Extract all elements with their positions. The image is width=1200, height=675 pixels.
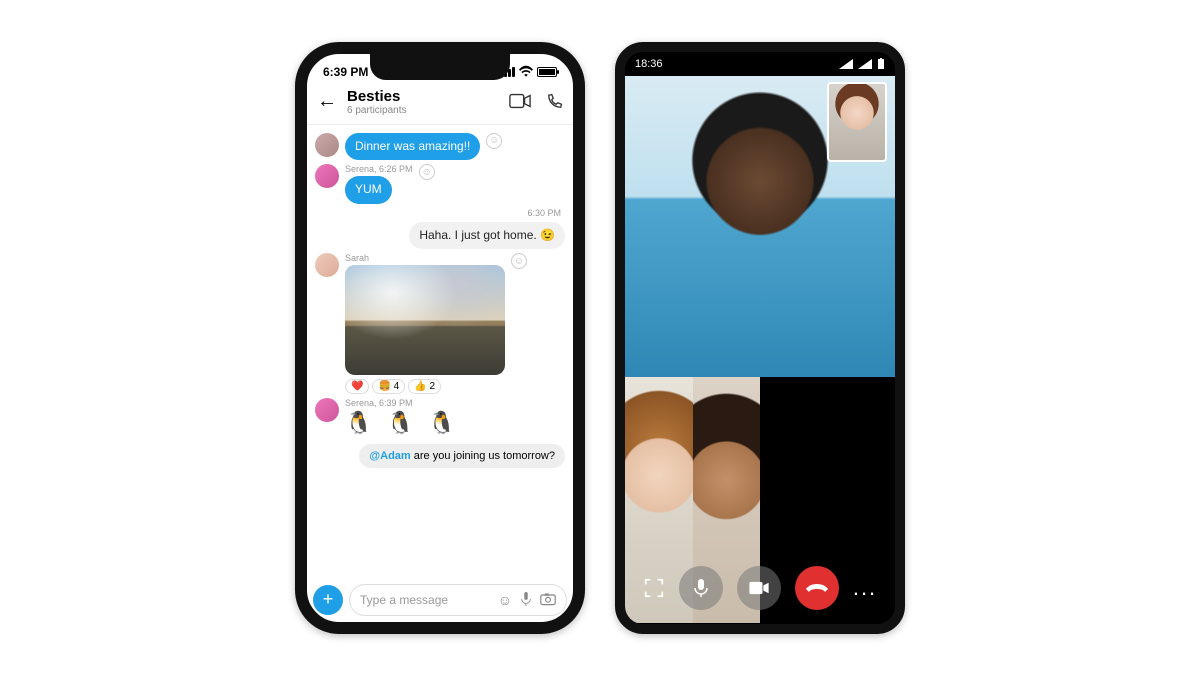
avatar[interactable] bbox=[315, 253, 339, 277]
message-row: Serena, 6:26 PM YUM ☺ bbox=[315, 164, 565, 204]
photo-message[interactable] bbox=[345, 265, 505, 375]
back-button[interactable]: ← bbox=[317, 90, 337, 113]
message-bubble[interactable]: @Adam are you joining us tomorrow? bbox=[359, 444, 565, 468]
chat-title-block[interactable]: Besties 6 participants bbox=[347, 88, 499, 116]
emoji-icon[interactable]: ☺ bbox=[498, 592, 512, 608]
avatar[interactable] bbox=[315, 164, 339, 188]
mic-icon[interactable] bbox=[520, 592, 532, 608]
status-time: 6:39 PM bbox=[323, 65, 368, 79]
battery-icon bbox=[877, 58, 885, 70]
message-time: 6:30 PM bbox=[315, 208, 561, 218]
reaction-bar: ❤️ 🍔 4 👍 2 bbox=[345, 379, 505, 394]
message-bubble[interactable]: Dinner was amazing!! bbox=[345, 133, 480, 161]
avatar[interactable] bbox=[315, 398, 339, 422]
message-meta: Sarah bbox=[345, 253, 505, 263]
self-view-pip[interactable] bbox=[827, 82, 887, 162]
more-options-button[interactable]: ... bbox=[853, 575, 877, 601]
call-controls: ... bbox=[625, 566, 895, 610]
message-row: Serena, 6:39 PM 🐧 🐧 🐧 bbox=[315, 398, 565, 436]
message-meta: Serena, 6:39 PM bbox=[345, 398, 459, 408]
message-row: Dinner was amazing!! ☺ bbox=[315, 133, 565, 161]
android-device-frame: 18:36 bbox=[615, 42, 905, 634]
message-meta: Serena, 6:26 PM bbox=[345, 164, 413, 174]
iphone-notch bbox=[370, 54, 510, 80]
wifi-icon bbox=[519, 65, 533, 79]
message-composer: + Type a message ☺ bbox=[313, 584, 567, 616]
chat-body[interactable]: Dinner was amazing!! ☺ Serena, 6:26 PM Y… bbox=[307, 125, 573, 585]
android-status-bar: 18:36 bbox=[625, 52, 895, 76]
mute-button[interactable] bbox=[679, 566, 723, 610]
iphone-device-frame: 6:39 PM ← Besties 6 participants Dinner … bbox=[295, 42, 585, 634]
message-input[interactable]: Type a message ☺ bbox=[349, 584, 567, 616]
status-time: 18:36 bbox=[635, 58, 663, 70]
signal-icon bbox=[858, 59, 872, 69]
sticker-message[interactable]: 🐧 🐧 🐧 bbox=[345, 410, 459, 436]
chat-name: Besties bbox=[347, 88, 499, 105]
camera-icon[interactable] bbox=[540, 592, 556, 608]
battery-icon bbox=[537, 67, 557, 77]
mention-rest: are you joining us tomorrow? bbox=[411, 450, 555, 462]
video-call-button[interactable] bbox=[509, 93, 531, 111]
chat-subtitle: 6 participants bbox=[347, 105, 499, 116]
input-placeholder: Type a message bbox=[360, 593, 490, 607]
audio-call-button[interactable] bbox=[545, 93, 563, 111]
status-icons bbox=[839, 58, 885, 70]
focus-mode-button[interactable] bbox=[643, 577, 665, 599]
reaction-pill[interactable]: ❤️ bbox=[345, 379, 369, 394]
message-row: Sarah ❤️ 🍔 4 👍 2 ☺ bbox=[315, 253, 565, 394]
reaction-pill[interactable]: 🍔 4 bbox=[372, 379, 405, 394]
react-button[interactable]: ☺ bbox=[486, 133, 502, 149]
message-row: @Adam are you joining us tomorrow? bbox=[315, 444, 565, 468]
avatar[interactable] bbox=[315, 133, 339, 157]
add-attachment-button[interactable]: + bbox=[313, 585, 343, 615]
message-bubble[interactable]: YUM bbox=[345, 176, 392, 204]
react-button[interactable]: ☺ bbox=[419, 164, 435, 180]
end-call-button[interactable] bbox=[795, 566, 839, 610]
toggle-video-button[interactable] bbox=[737, 566, 781, 610]
react-button[interactable]: ☺ bbox=[511, 253, 527, 269]
message-bubble[interactable]: Haha. I just got home. 😉 bbox=[409, 222, 565, 250]
mention-handle: @Adam bbox=[369, 450, 410, 462]
reaction-pill[interactable]: 👍 2 bbox=[408, 379, 441, 394]
signal-icon bbox=[839, 59, 853, 69]
message-row: Haha. I just got home. 😉 bbox=[315, 222, 565, 250]
chat-header: ← Besties 6 participants bbox=[307, 84, 573, 125]
